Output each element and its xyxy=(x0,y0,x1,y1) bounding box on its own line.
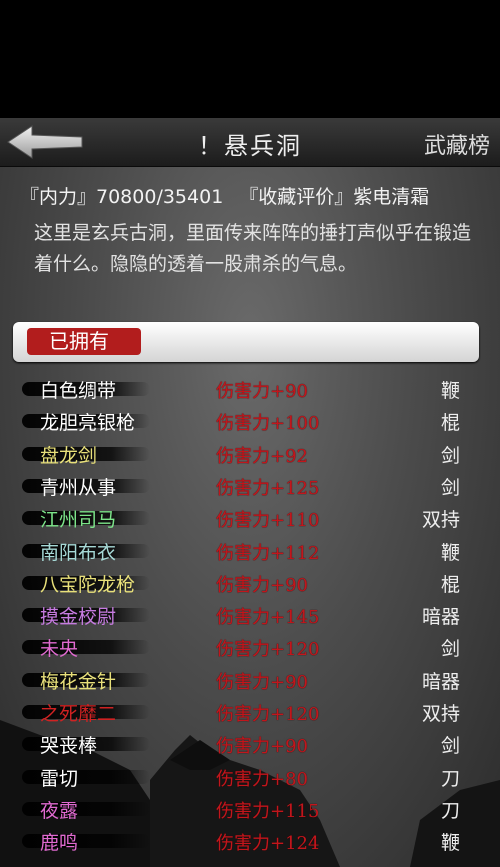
location-description: 这里是玄兵古洞，里面传来阵阵的捶打声似乎在锻造着什么。隐隐的透着一股肃杀的气息。 xyxy=(34,222,472,275)
weapon-name: 夜露 xyxy=(40,799,79,822)
weapon-damage: 伤害力+100 xyxy=(216,413,320,435)
weapon-row[interactable]: 鹿鸣 伤害力+124 鞭 xyxy=(0,825,500,857)
game-screen: ！悬兵洞 武藏榜 『内力』70800/35401 『收藏评价』紫电清霜 这里是玄兵… xyxy=(0,0,500,867)
weapon-type: 刀 xyxy=(440,767,460,790)
weapon-name: 摸金校尉 xyxy=(40,606,117,629)
weapon-damage: 伤害力+115 xyxy=(216,800,320,822)
weapon-type: 鞭 xyxy=(440,541,460,564)
top-header: ！悬兵洞 武藏榜 xyxy=(0,118,500,167)
weapon-name: 青州从事 xyxy=(40,476,117,499)
weapon-damage: 伤害力+112 xyxy=(216,542,320,564)
weapon-damage: 伤害力+92 xyxy=(216,445,308,467)
weapon-name: 梅花金针 xyxy=(40,670,117,693)
weapon-type: 鞭 xyxy=(440,380,460,402)
weapon-damage: 伤害力+90 xyxy=(216,574,308,596)
weapon-type: 刀 xyxy=(440,799,460,822)
weapon-row[interactable]: 盘龙剑 伤害力+92 剑 xyxy=(0,438,500,470)
weapon-damage: 伤害力+110 xyxy=(216,510,320,532)
weapon-name: 南阳布衣 xyxy=(40,541,117,564)
weapon-row[interactable]: 南阳布衣 伤害力+112 鞭 xyxy=(0,535,500,567)
weapon-name: 盘龙剑 xyxy=(40,444,98,467)
weapon-name: 雷切 xyxy=(40,767,79,790)
weapon-type: 双持 xyxy=(421,509,460,532)
ranking-button[interactable]: 武藏榜 xyxy=(424,128,490,160)
weapon-name: 龙胆亮银枪 xyxy=(40,412,136,435)
weapon-damage: 伤害力+90 xyxy=(216,671,308,693)
owned-tab[interactable]: 已拥有 xyxy=(27,328,141,355)
weapon-type: 暗器 xyxy=(421,670,460,693)
weapon-name: 鹿鸣 xyxy=(40,832,79,855)
stats-line: 『内力』70800/35401 『收藏评价』紫电清霜 xyxy=(20,182,429,209)
weapon-name: 哭丧棒 xyxy=(40,735,98,758)
weapon-row[interactable]: 八宝陀龙枪 伤害力+90 棍 xyxy=(0,567,500,599)
weapon-type: 剑 xyxy=(440,444,460,467)
weapon-type: 剑 xyxy=(440,638,460,661)
weapon-row[interactable]: 龙胆亮银枪 伤害力+100 棍 xyxy=(0,405,500,437)
weapon-name: 江州司马 xyxy=(40,509,117,532)
weapon-row[interactable]: 之死靡二 伤害力+120 双持 xyxy=(0,696,500,728)
weapon-damage: 伤害力+124 xyxy=(216,833,320,855)
weapon-row[interactable]: 江州司马 伤害力+110 双持 xyxy=(0,502,500,534)
weapon-row[interactable]: 摸金校尉 伤害力+145 暗器 xyxy=(0,599,500,631)
weapon-row[interactable]: 梅花金针 伤害力+90 暗器 xyxy=(0,664,500,696)
weapon-type: 双持 xyxy=(421,703,460,725)
weapon-name: 白色绸带 xyxy=(40,380,117,402)
weapon-row[interactable]: 夜露 伤害力+115 刀 xyxy=(0,793,500,825)
weapon-damage: 伤害力+120 xyxy=(216,704,320,725)
weapon-damage: 伤害力+90 xyxy=(216,736,308,758)
weapon-damage: 伤害力+145 xyxy=(216,607,320,629)
weapon-name: 未央 xyxy=(40,638,79,661)
weapon-type: 棍 xyxy=(440,573,460,596)
weapon-row[interactable]: 雷切 伤害力+80 刀 xyxy=(0,761,500,793)
inner-power-stat: 『内力』70800/35401 xyxy=(20,186,224,208)
filter-bar: 已拥有 xyxy=(13,322,479,362)
weapon-row[interactable]: 白色绸带 伤害力+90 鞭 xyxy=(0,373,500,405)
weapon-name: 之死靡二 xyxy=(40,703,117,725)
weapon-damage: 伤害力+90 xyxy=(216,381,308,402)
weapon-row[interactable]: 青州从事 伤害力+125 剑 xyxy=(0,470,500,502)
collection-rating: 『收藏评价』紫电清霜 xyxy=(239,186,430,208)
weapon-damage: 伤害力+80 xyxy=(216,768,308,790)
weapon-row[interactable]: 哭丧棒 伤害力+90 剑 xyxy=(0,728,500,760)
status-area xyxy=(0,0,500,118)
weapon-damage: 伤害力+125 xyxy=(216,477,320,499)
weapon-type: 剑 xyxy=(440,476,460,499)
weapon-damage: 伤害力+120 xyxy=(216,639,320,661)
weapon-type: 鞭 xyxy=(440,832,460,855)
weapon-type: 棍 xyxy=(440,412,460,435)
weapon-type: 暗器 xyxy=(421,606,460,629)
weapon-type: 剑 xyxy=(440,735,460,758)
weapon-row[interactable]: 未央 伤害力+120 剑 xyxy=(0,631,500,663)
weapon-name: 八宝陀龙枪 xyxy=(40,573,136,596)
